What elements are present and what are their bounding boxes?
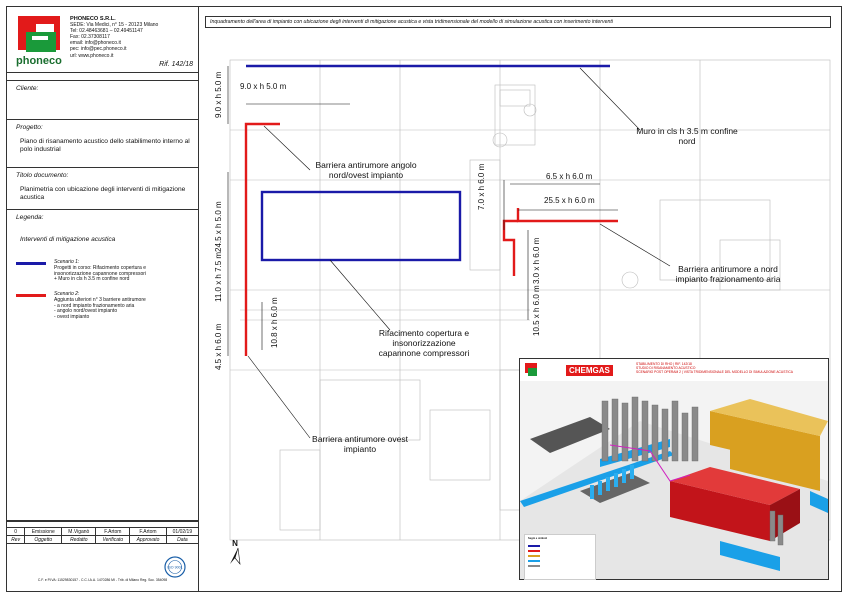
rev-cell: F.Artom xyxy=(129,527,167,536)
annotation-barrier-northwest: Barriera antirumore angolo nord/ovest im… xyxy=(315,160,417,180)
dimension-lines xyxy=(227,66,618,356)
client-section: Cliente: xyxy=(6,80,199,120)
legend-line-text: + Muro in cls h 3.5 m confine nord xyxy=(54,276,130,283)
rev-cell: F.Artom xyxy=(95,527,131,536)
annotation-north-wall: Muro in cls h 3.5 m confine nord xyxy=(636,126,738,146)
rev-cell: 0 xyxy=(5,527,26,536)
legend-line-text: - ovest impianto xyxy=(54,314,90,321)
dimension-label: 11.0 x h 7.5 m xyxy=(214,251,223,302)
rev-header-cell: Approvato xyxy=(129,535,167,544)
revision-row: 0 Emissione M.Viganò F.Artom F.Artom 01/… xyxy=(5,527,200,536)
dimension-label: 7.0 x h 6.0 m xyxy=(477,163,486,210)
project-text: Piano di risanamento acustico dello stab… xyxy=(20,138,190,153)
inset-legend-title: Segni e simboli xyxy=(528,537,548,540)
inset-legend-swatch xyxy=(528,559,540,562)
dimension-label: 3.0 x h 6.0 m xyxy=(532,237,541,284)
document-title-section: Titolo documento: Planimetria con ubicaz… xyxy=(6,168,199,210)
rev-header-cell: Data xyxy=(165,535,200,544)
inset-legend-swatch xyxy=(528,549,540,552)
logo-text: phoneco xyxy=(16,55,62,67)
rev-cell: Emissione xyxy=(24,527,63,536)
inset-title-line: SCENARIO POST OPERAM 2 | VISTA TRIDIMENS… xyxy=(636,370,794,375)
title-block: phoneco PHONECO S.R.L. SEDE: Via Medici,… xyxy=(6,6,199,592)
inset-legend-swatch xyxy=(528,564,540,567)
annotation-compressor-building: Rifacimento copertura e insonorizzazione… xyxy=(378,328,470,358)
annotation-barrier-north: Barriera antirumore a nord impianto fraz… xyxy=(675,264,781,284)
rev-header-cell: Oggetto xyxy=(24,535,63,544)
legend-heading: Interventi di mitigazione acustica xyxy=(20,236,116,243)
revision-header: Rev Oggetto Redatto Verificato Approvato… xyxy=(5,535,200,544)
inset-legend: Segni e simboli xyxy=(524,534,596,580)
north-arrow-icon: N xyxy=(230,539,241,565)
dimension-label: 24.5 x h 5.0 m xyxy=(214,201,223,252)
inset-legend-swatch xyxy=(528,554,540,557)
dimension-label: 10.8 x h 6.0 m xyxy=(270,297,279,348)
compressor-building-outline xyxy=(260,190,462,262)
legend-label: Legenda: xyxy=(16,214,44,221)
inset-header: CHEMGAS STABILIMENTO DI RHO | RIF. 142/1… xyxy=(520,359,828,382)
legend-swatch-red xyxy=(16,294,46,297)
svg-text:N: N xyxy=(232,539,238,548)
footer-legal: C.F. e P.IVA: 11529830157 - C.C.I.A.A. 1… xyxy=(37,578,168,582)
legend-swatch-blue xyxy=(16,262,46,265)
client-logo: CHEMGAS xyxy=(566,365,613,376)
inset-title: STABILIMENTO DI RHO | RIF. 142/18 STUDIO… xyxy=(636,362,793,375)
dimension-label: 6.5 x h 6.0 m xyxy=(546,172,593,181)
dimension-label: 4.5 x h 6.0 m xyxy=(214,323,223,370)
rev-cell: 01/02/19 xyxy=(165,527,200,536)
rev-header-cell: Redatto xyxy=(61,535,97,544)
rev-header-cell: Rev xyxy=(5,535,26,544)
document-title-label: Titolo documento: xyxy=(16,172,69,179)
revision-table: 0 Emissione M.Viganò F.Artom F.Artom 01/… xyxy=(5,521,200,544)
project-label: Progetto: xyxy=(16,124,43,131)
company-header: phoneco PHONECO S.R.L. SEDE: Via Medici,… xyxy=(6,6,199,73)
inset-logo-icon xyxy=(525,363,537,376)
client-label: Cliente: xyxy=(16,85,39,92)
model-3d-view: CHEMGAS STABILIMENTO DI RHO | RIF. 142/1… xyxy=(519,358,829,580)
legend-section: Legenda: Interventi di mitigazione acust… xyxy=(6,210,199,521)
drawing-title: Inquadramento dell'area di impianto con … xyxy=(205,16,831,28)
certification-seal-icon: ISO 9001 xyxy=(164,556,186,578)
inset-legend-swatch xyxy=(528,544,540,547)
company-logo: phoneco xyxy=(16,16,62,67)
seal-text: ISO 9001 xyxy=(167,566,182,570)
company-info: PHONECO S.R.L. SEDE: Via Medici, n° 15 -… xyxy=(70,16,195,59)
barrier-air-separation-line xyxy=(502,219,518,276)
rev-cell: M.Viganò xyxy=(61,527,97,536)
reference-number: Rif. 142/18 xyxy=(159,61,193,68)
dimension-label: 9.0 x h 5.0 m xyxy=(214,71,223,118)
rev-header-cell: Verificato xyxy=(95,535,131,544)
project-section: Progetto: Piano di risanamento acustico … xyxy=(6,120,199,168)
document-title-text: Planimetria con ubicazione degli interve… xyxy=(20,186,186,201)
dimension-label: 10.5 x h 6.0 m xyxy=(532,285,541,336)
dimension-label: 9.0 x h 5.0 m xyxy=(240,82,287,91)
annotation-barrier-west: Barriera antirumore ovest impianto xyxy=(312,434,408,454)
company-url: url: www.phoneco.it xyxy=(70,52,114,59)
dimension-label: 25.5 x h 6.0 m xyxy=(544,196,595,205)
